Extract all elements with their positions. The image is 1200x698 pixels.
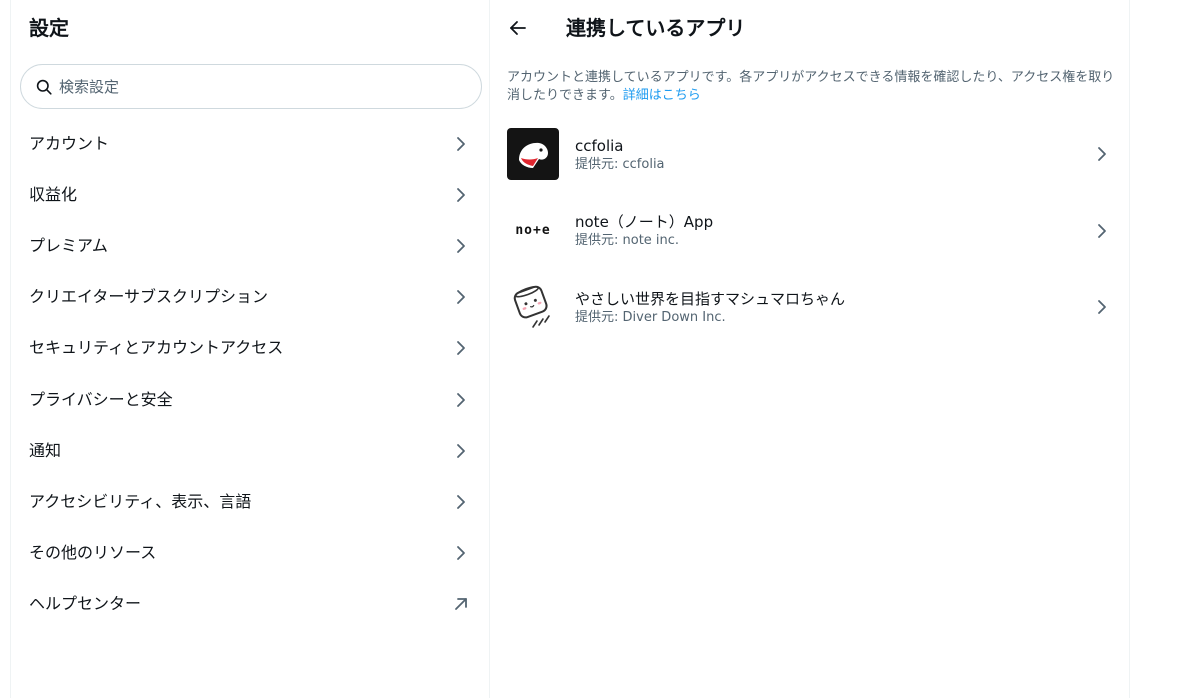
menu-item-help-center[interactable]: ヘルプセンター xyxy=(11,579,491,630)
description-text: アカウントと連携しているアプリです。各アプリがアクセスできる情報を確認したり、ア… xyxy=(507,70,1115,103)
app-provider: 提供元: Diver Down Inc. xyxy=(575,309,726,325)
menu-item-label: 通知 xyxy=(29,440,62,460)
app-info: ccfolia 提供元: ccfolia xyxy=(575,136,1092,173)
menu-item-label: ヘルプセンター xyxy=(29,594,142,614)
menu-item-monetization[interactable]: 収益化 xyxy=(11,169,491,220)
app-list: ccfolia 提供元: ccfolia no+e note（ノート）App 提… xyxy=(490,116,1130,346)
app-window: 設定 アカウント 収益化 プレミアム クリエイターサブスクリプション xyxy=(0,0,1200,698)
back-arrow-icon xyxy=(509,20,527,36)
chevron-right-icon xyxy=(451,390,471,410)
chevron-right-icon xyxy=(451,185,471,205)
connected-apps-panel: 連携しているアプリ アカウントと連携しているアプリです。各アプリがアクセスできる… xyxy=(490,0,1130,698)
note-wordmark: no+e xyxy=(515,223,551,239)
menu-item-label: プレミアム xyxy=(29,235,108,255)
menu-item-label: アクセシビリティ、表示、言語 xyxy=(29,491,252,511)
chevron-right-icon xyxy=(451,441,471,461)
menu-item-privacy[interactable]: プライバシーと安全 xyxy=(11,374,491,425)
menu-item-notifications[interactable]: 通知 xyxy=(11,425,491,476)
settings-search-box[interactable] xyxy=(20,64,482,109)
app-provider: 提供元: note inc. xyxy=(575,233,680,249)
settings-panel: 設定 アカウント 収益化 プレミアム クリエイターサブスクリプション xyxy=(10,0,490,698)
menu-item-security[interactable]: セキュリティとアカウントアクセス xyxy=(11,323,491,374)
app-info: note（ノート）App 提供元: note inc. xyxy=(575,212,1092,249)
back-button[interactable] xyxy=(504,14,532,42)
app-provider: 提供元: ccfolia xyxy=(575,156,665,172)
menu-item-label: クリエイターサブスクリプション xyxy=(29,287,269,307)
menu-item-label: アカウント xyxy=(29,133,110,153)
note-logo: no+e xyxy=(507,205,559,257)
ccfolia-bird-icon xyxy=(507,128,559,181)
menu-item-label: 収益化 xyxy=(29,184,78,204)
menu-item-accessibility[interactable]: アクセシビリティ、表示、言語 xyxy=(11,476,491,527)
chevron-right-icon xyxy=(1092,144,1112,164)
chevron-right-icon xyxy=(451,134,471,154)
settings-menu: アカウント 収益化 プレミアム クリエイターサブスクリプション セキュリティとア… xyxy=(11,118,491,630)
chevron-right-icon xyxy=(1092,297,1112,317)
menu-item-premium[interactable]: プレミアム xyxy=(11,220,491,271)
app-info: やさしい世界を目指すマシュマロちゃん 提供元: Diver Down Inc. xyxy=(575,289,1092,326)
menu-item-label: セキュリティとアカウントアクセス xyxy=(29,338,284,358)
app-row-note[interactable]: no+e note（ノート）App 提供元: note inc. xyxy=(490,193,1130,270)
app-row-ccfolia[interactable]: ccfolia 提供元: ccfolia xyxy=(490,116,1130,193)
chevron-right-icon xyxy=(451,236,471,256)
learn-more-link[interactable]: 詳細はこちら xyxy=(623,88,701,103)
menu-item-label: プライバシーと安全 xyxy=(29,389,173,409)
menu-item-additional-resources[interactable]: その他のリソース xyxy=(11,528,491,579)
app-row-marshmallow[interactable]: やさしい世界を目指すマシュマロちゃん 提供元: Diver Down Inc. xyxy=(490,269,1130,346)
chevron-right-icon xyxy=(451,543,471,563)
search-icon xyxy=(35,78,53,96)
app-name: やさしい世界を目指すマシュマロちゃん xyxy=(575,289,846,308)
page-title: 連携しているアプリ xyxy=(566,16,746,40)
chevron-right-icon xyxy=(451,492,471,512)
app-name: ccfolia xyxy=(575,136,624,155)
chevron-right-icon xyxy=(451,338,471,358)
menu-item-account[interactable]: アカウント xyxy=(11,118,491,169)
chevron-right-icon xyxy=(451,287,471,307)
menu-item-label: その他のリソース xyxy=(29,543,157,563)
marshmallow-icon xyxy=(507,281,559,333)
chevron-right-icon xyxy=(1092,221,1112,241)
external-link-arrow-icon xyxy=(451,594,471,614)
app-name: note（ノート）App xyxy=(575,213,714,232)
page-description: アカウントと連携しているアプリです。各アプリがアクセスできる情報を確認したり、ア… xyxy=(507,69,1117,105)
settings-title: 設定 xyxy=(29,16,69,40)
search-input[interactable] xyxy=(59,77,439,96)
menu-item-creator-subscriptions[interactable]: クリエイターサブスクリプション xyxy=(11,272,491,323)
